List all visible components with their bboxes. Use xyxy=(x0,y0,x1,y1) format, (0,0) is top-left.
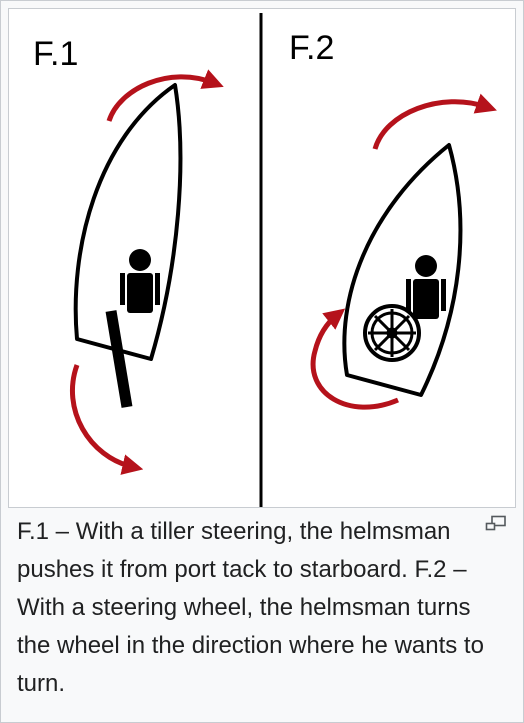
magnify-clip-icon[interactable] xyxy=(485,515,507,531)
figure-image[interactable]: F.1 F.2 xyxy=(8,8,516,508)
boat-hull-f1 xyxy=(73,83,183,361)
figure-caption: F.1 – With a tiller steering, the helmsm… xyxy=(17,518,484,697)
steering-wheel-icon xyxy=(363,304,421,362)
panel-label-f2: F.2 xyxy=(289,29,334,67)
turn-arrow-bow-f2 xyxy=(372,93,497,150)
figure-thumbnail: F.1 F.2 F.1 – With a tiller steering, th… xyxy=(0,0,524,723)
panel-label-f1: F.1 xyxy=(33,35,78,73)
